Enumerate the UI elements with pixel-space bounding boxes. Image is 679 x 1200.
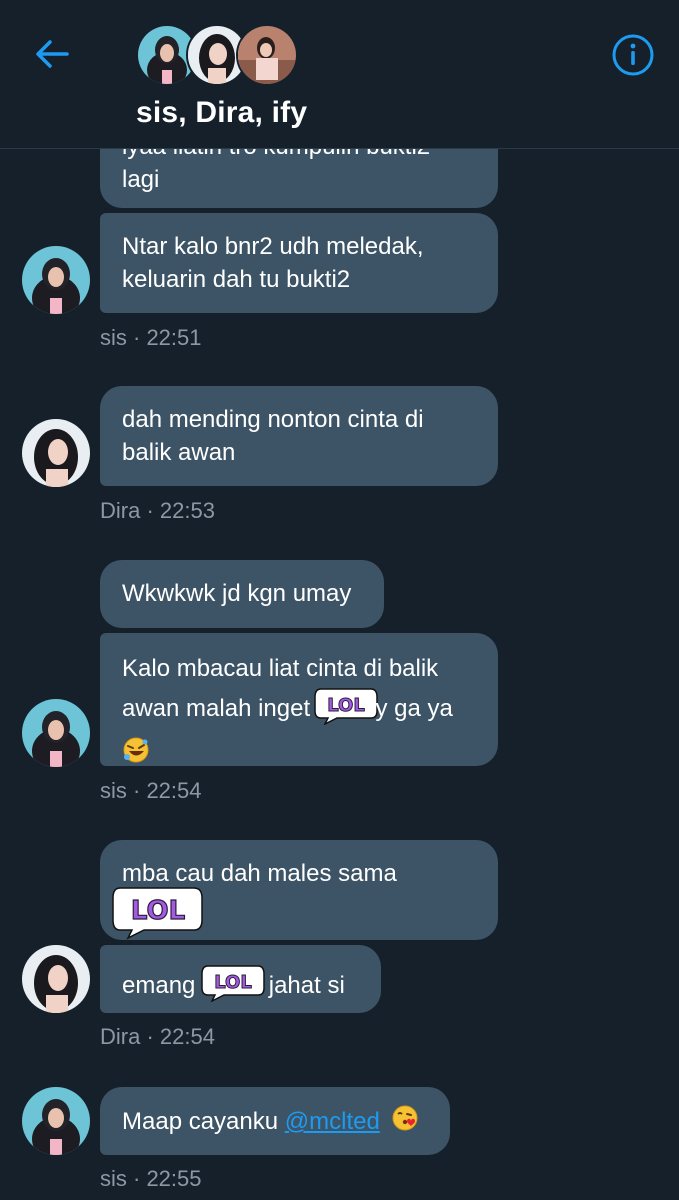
lol-sticker: LOL (200, 962, 266, 1011)
sender-avatar-dira[interactable] (22, 419, 90, 487)
sender-avatar-sis[interactable] (22, 699, 90, 767)
message-text-line: emang LOL jahat si (122, 962, 359, 1011)
message-bubble[interactable]: emang LOL jahat si (100, 945, 381, 1013)
message-text: keluarin dah tu bukti2 (122, 266, 351, 293)
message-text: balik awan (122, 439, 236, 466)
mention-link[interactable]: @mclted (285, 1108, 380, 1135)
message-bubble[interactable]: Maap cayanku @mclted (100, 1087, 450, 1155)
message-bubble[interactable]: dah mending nonton cinta di balik awan (100, 386, 498, 486)
back-button[interactable] (30, 34, 74, 74)
svg-text:LOL: LOL (214, 972, 252, 993)
message-text: Ntar kalo bnr2 udh meledak, (122, 233, 424, 260)
message-meta: sis · 22:55 (100, 1166, 202, 1191)
message-text: Wkwkwk jd kgn umay (122, 580, 352, 607)
message-text: lagi (122, 166, 160, 193)
lol-sticker: LOL (313, 685, 379, 734)
conversation-info-button[interactable] (610, 32, 656, 78)
message-text: y ga ya (375, 694, 453, 722)
conversation-title: sis, Dira, ify (136, 96, 308, 129)
group-avatars[interactable] (136, 24, 298, 86)
message-meta: sis · 22:51 (100, 325, 202, 350)
message-meta: sis · 22:54 (100, 778, 202, 803)
message-text: jahat si (268, 971, 345, 999)
message-meta: Dira · 22:54 (100, 1024, 215, 1049)
info-icon (612, 34, 654, 76)
sender-avatar-sis[interactable] (22, 1087, 90, 1155)
message-text: dah mending nonton cinta di (122, 406, 424, 433)
message-text: emang (122, 971, 196, 999)
message-text-line: Maap cayanku @mclted (122, 1104, 428, 1141)
sender-avatar-dira[interactable] (22, 945, 90, 1013)
message-text: Kalo mbacau liat cinta di balik (122, 655, 439, 682)
message-meta: Dira · 22:53 (100, 498, 215, 523)
message-text: awan malah inget (122, 694, 311, 722)
svg-text:LOL: LOL (131, 896, 185, 926)
arrow-left-icon (36, 40, 69, 68)
avatar-ify (236, 24, 298, 86)
message-bubble[interactable]: Ntar kalo bnr2 udh meledak, keluarin dah… (100, 213, 498, 313)
rofl-emoji (122, 734, 476, 769)
lol-sticker: LOL (110, 887, 476, 940)
message-bubble[interactable]: Wkwkwk jd kgn umay (100, 560, 384, 628)
sender-avatar-sis[interactable] (22, 246, 90, 314)
message-bubble[interactable]: mba cau dah males sama LOL (100, 840, 498, 940)
message-bubble[interactable]: Kalo mbacau liat cinta di balik awan mal… (100, 633, 498, 766)
svg-text:LOL: LOL (327, 695, 365, 716)
message-text-line: awan malah inget LOL y ga ya (122, 685, 476, 734)
message-text: Maap cayanku (122, 1107, 279, 1135)
conversation-header: sis, Dira, ify (0, 0, 679, 149)
kissing-heart-emoji (391, 1104, 419, 1141)
